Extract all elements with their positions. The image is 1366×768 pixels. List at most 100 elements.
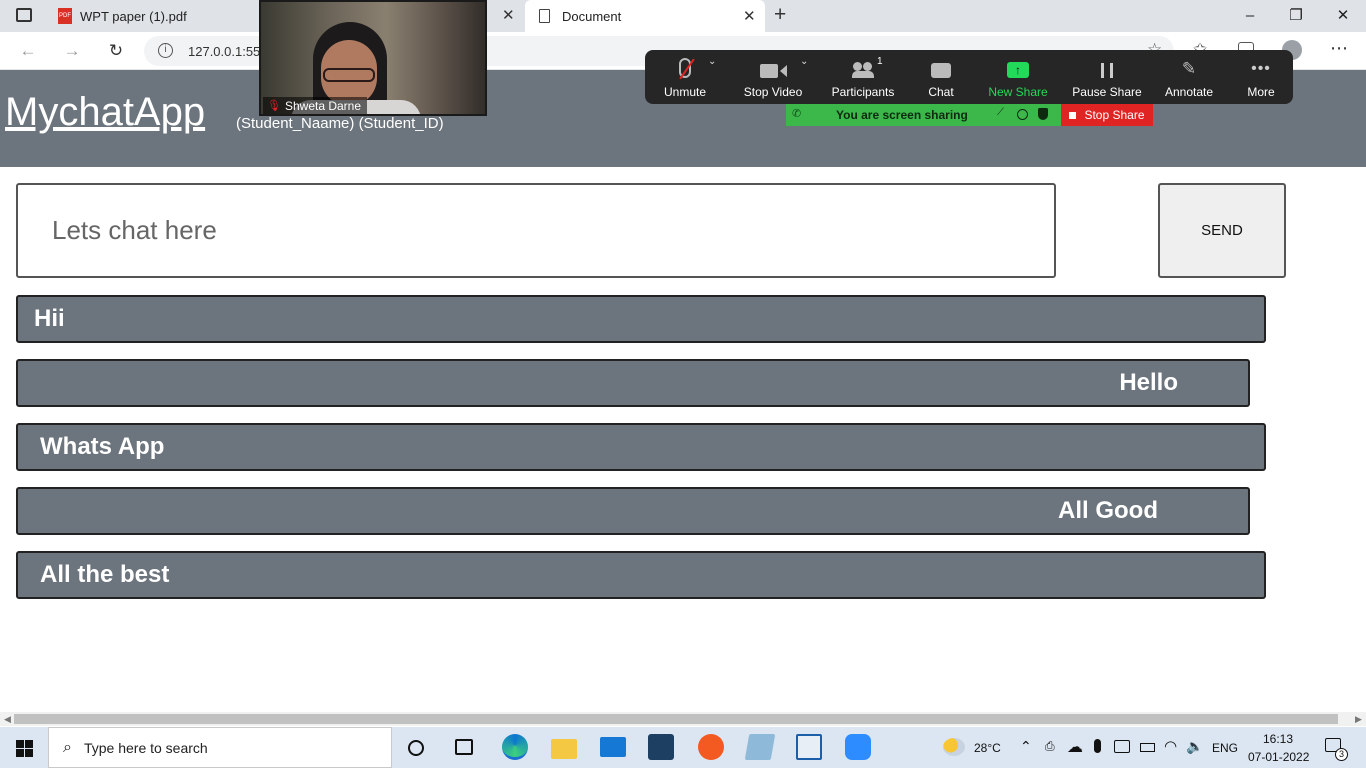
pause-icon	[1101, 63, 1104, 78]
more-button[interactable]: ••• More	[1237, 50, 1285, 104]
app-window-icon[interactable]	[796, 734, 822, 760]
battery-icon[interactable]	[1140, 743, 1155, 752]
weather-icon[interactable]	[943, 738, 965, 756]
scrollbar-thumb[interactable]	[14, 714, 1338, 724]
minimize-icon[interactable]: –	[1239, 6, 1261, 26]
stop-video-button[interactable]: Stop Video	[737, 50, 809, 104]
more-menu-icon[interactable]: ⋯	[1330, 38, 1348, 59]
browser-tab-bar: PDF WPT paper (1).pdf ✕ Document ✕ + – ❐…	[0, 0, 1366, 32]
stop-share-button[interactable]: Stop Share	[1061, 104, 1153, 126]
new-share-button[interactable]: ↑ New Share	[985, 50, 1051, 104]
notepad-icon[interactable]	[744, 734, 776, 760]
edge-browser-icon[interactable]	[502, 734, 528, 760]
app-orange-icon[interactable]	[698, 734, 724, 760]
close-tab-icon[interactable]: ✕	[502, 6, 515, 24]
message-bubble: All Good	[16, 487, 1250, 535]
status-circle-icon	[1017, 109, 1028, 120]
new-tab-icon[interactable]: +	[774, 3, 786, 27]
message-bubble: All the best	[16, 551, 1266, 599]
chat-input[interactable]	[16, 183, 1056, 278]
info-icon[interactable]: i	[158, 43, 173, 58]
message-text: Hii	[34, 305, 65, 332]
wifi-icon[interactable]: ◠	[1164, 737, 1177, 755]
annotate-button[interactable]: ✎ Annotate	[1159, 50, 1219, 104]
weather-temperature[interactable]: 28°C	[974, 741, 1001, 755]
zoom-app-icon[interactable]	[845, 734, 871, 760]
screen-sharing-status-bar[interactable]: ✆ You are screen sharing ⟋	[786, 104, 1061, 126]
close-window-icon[interactable]: ✕	[1332, 6, 1354, 26]
send-button[interactable]: SEND	[1158, 183, 1286, 278]
windows-start-icon[interactable]	[16, 740, 33, 757]
url-text: 127.0.0.1:55	[188, 44, 261, 59]
muted-mic-icon: 🎙	[267, 100, 281, 112]
refresh-icon[interactable]: ↻	[105, 40, 127, 62]
message-text: All the best	[40, 561, 170, 588]
pdf-icon: PDF	[58, 8, 72, 24]
search-icon: ⌕	[63, 738, 72, 756]
message-text: All Good	[1058, 497, 1158, 524]
participants-icon	[852, 62, 874, 78]
sharing-status-text: You are screen sharing	[836, 108, 968, 122]
message-bubble: Hii	[16, 295, 1266, 343]
taskbar-search-box[interactable]: ⌕ Type here to search	[48, 727, 392, 768]
document-icon	[539, 9, 550, 23]
video-camera-icon	[759, 64, 778, 78]
muted-microphone-icon	[679, 58, 695, 80]
mysql-workbench-icon[interactable]	[648, 734, 674, 760]
clock-time[interactable]: 16:13	[1263, 732, 1293, 746]
ellipsis-icon: •••	[1251, 60, 1271, 77]
forward-icon[interactable]: →	[61, 40, 83, 62]
chat-bubble-icon	[931, 63, 951, 78]
participant-glasses	[323, 68, 375, 82]
chevron-up-icon[interactable]: ⌃	[1020, 738, 1032, 755]
chat-button[interactable]: Chat	[917, 50, 965, 104]
tab-actions-icon[interactable]	[16, 8, 32, 22]
stop-share-label: Stop Share	[1084, 108, 1145, 122]
close-tab-icon[interactable]: ✕	[743, 7, 756, 25]
app-title[interactable]: MychatApp	[5, 90, 205, 135]
volume-icon[interactable]: 🔈	[1186, 738, 1203, 755]
share-arrow-icon: ↑	[1007, 62, 1029, 78]
student-info: (Student_Naame) (Student_ID)	[236, 115, 444, 132]
muted-mic-icon: ⟋	[997, 107, 1004, 118]
language-indicator[interactable]: ENG	[1212, 741, 1238, 755]
chevron-down-icon[interactable]: ⌄	[708, 56, 716, 67]
meet-now-icon[interactable]: ⎙	[1045, 739, 1055, 754]
stop-square-icon	[1069, 111, 1077, 119]
shield-icon	[1038, 108, 1048, 120]
participant-name: Shweta Darne	[284, 98, 362, 113]
chevron-down-icon[interactable]: ⌄	[800, 56, 808, 67]
participant-name-label: 🎙 Shweta Darne	[263, 97, 368, 114]
phone-icon: ✆	[792, 108, 802, 120]
pause-share-button[interactable]: Pause Share	[1071, 50, 1143, 104]
tab-title: WPT paper (1).pdf	[80, 8, 187, 24]
mail-icon[interactable]	[600, 737, 626, 757]
microphone-icon[interactable]	[1094, 739, 1101, 753]
back-icon[interactable]: ←	[17, 40, 39, 62]
restore-icon[interactable]: ❐	[1285, 6, 1307, 26]
participants-count: 1	[877, 56, 883, 67]
tab-pdf[interactable]: PDF WPT paper (1).pdf	[50, 0, 260, 32]
network-share-icon[interactable]	[1114, 740, 1130, 753]
windows-taskbar: ⌕ Type here to search 28°C ⌃ ⎙ ☁ ◠ 🔈 ENG…	[0, 727, 1366, 768]
message-bubble: Whats App	[16, 423, 1266, 471]
notification-count-badge: 3	[1335, 748, 1348, 761]
search-placeholder: Type here to search	[83, 739, 208, 756]
tab-document[interactable]: Document ✕	[525, 0, 765, 32]
tab-title: Document	[562, 8, 622, 24]
scroll-right-icon[interactable]: ▶	[1355, 712, 1362, 726]
pencil-icon: ✎	[1181, 59, 1197, 78]
clock-date[interactable]: 07-01-2022	[1248, 750, 1309, 764]
horizontal-scrollbar[interactable]: ◀ ▶	[0, 712, 1366, 726]
task-view-icon[interactable]	[455, 739, 473, 755]
cortana-icon[interactable]	[408, 740, 424, 756]
onedrive-icon[interactable]: ☁	[1067, 737, 1083, 757]
message-text: Whats App	[40, 433, 165, 460]
message-bubble: Hello	[16, 359, 1250, 407]
zoom-share-toolbar: Unmute ⌄ Stop Video ⌄ Participants 1 Cha…	[645, 50, 1293, 104]
file-explorer-icon[interactable]	[551, 739, 577, 759]
scroll-left-icon[interactable]: ◀	[4, 712, 11, 726]
message-text: Hello	[1119, 369, 1178, 396]
participants-button[interactable]: Participants	[827, 50, 899, 104]
participant-video-tile[interactable]: 🎙 Shweta Darne	[259, 0, 487, 116]
